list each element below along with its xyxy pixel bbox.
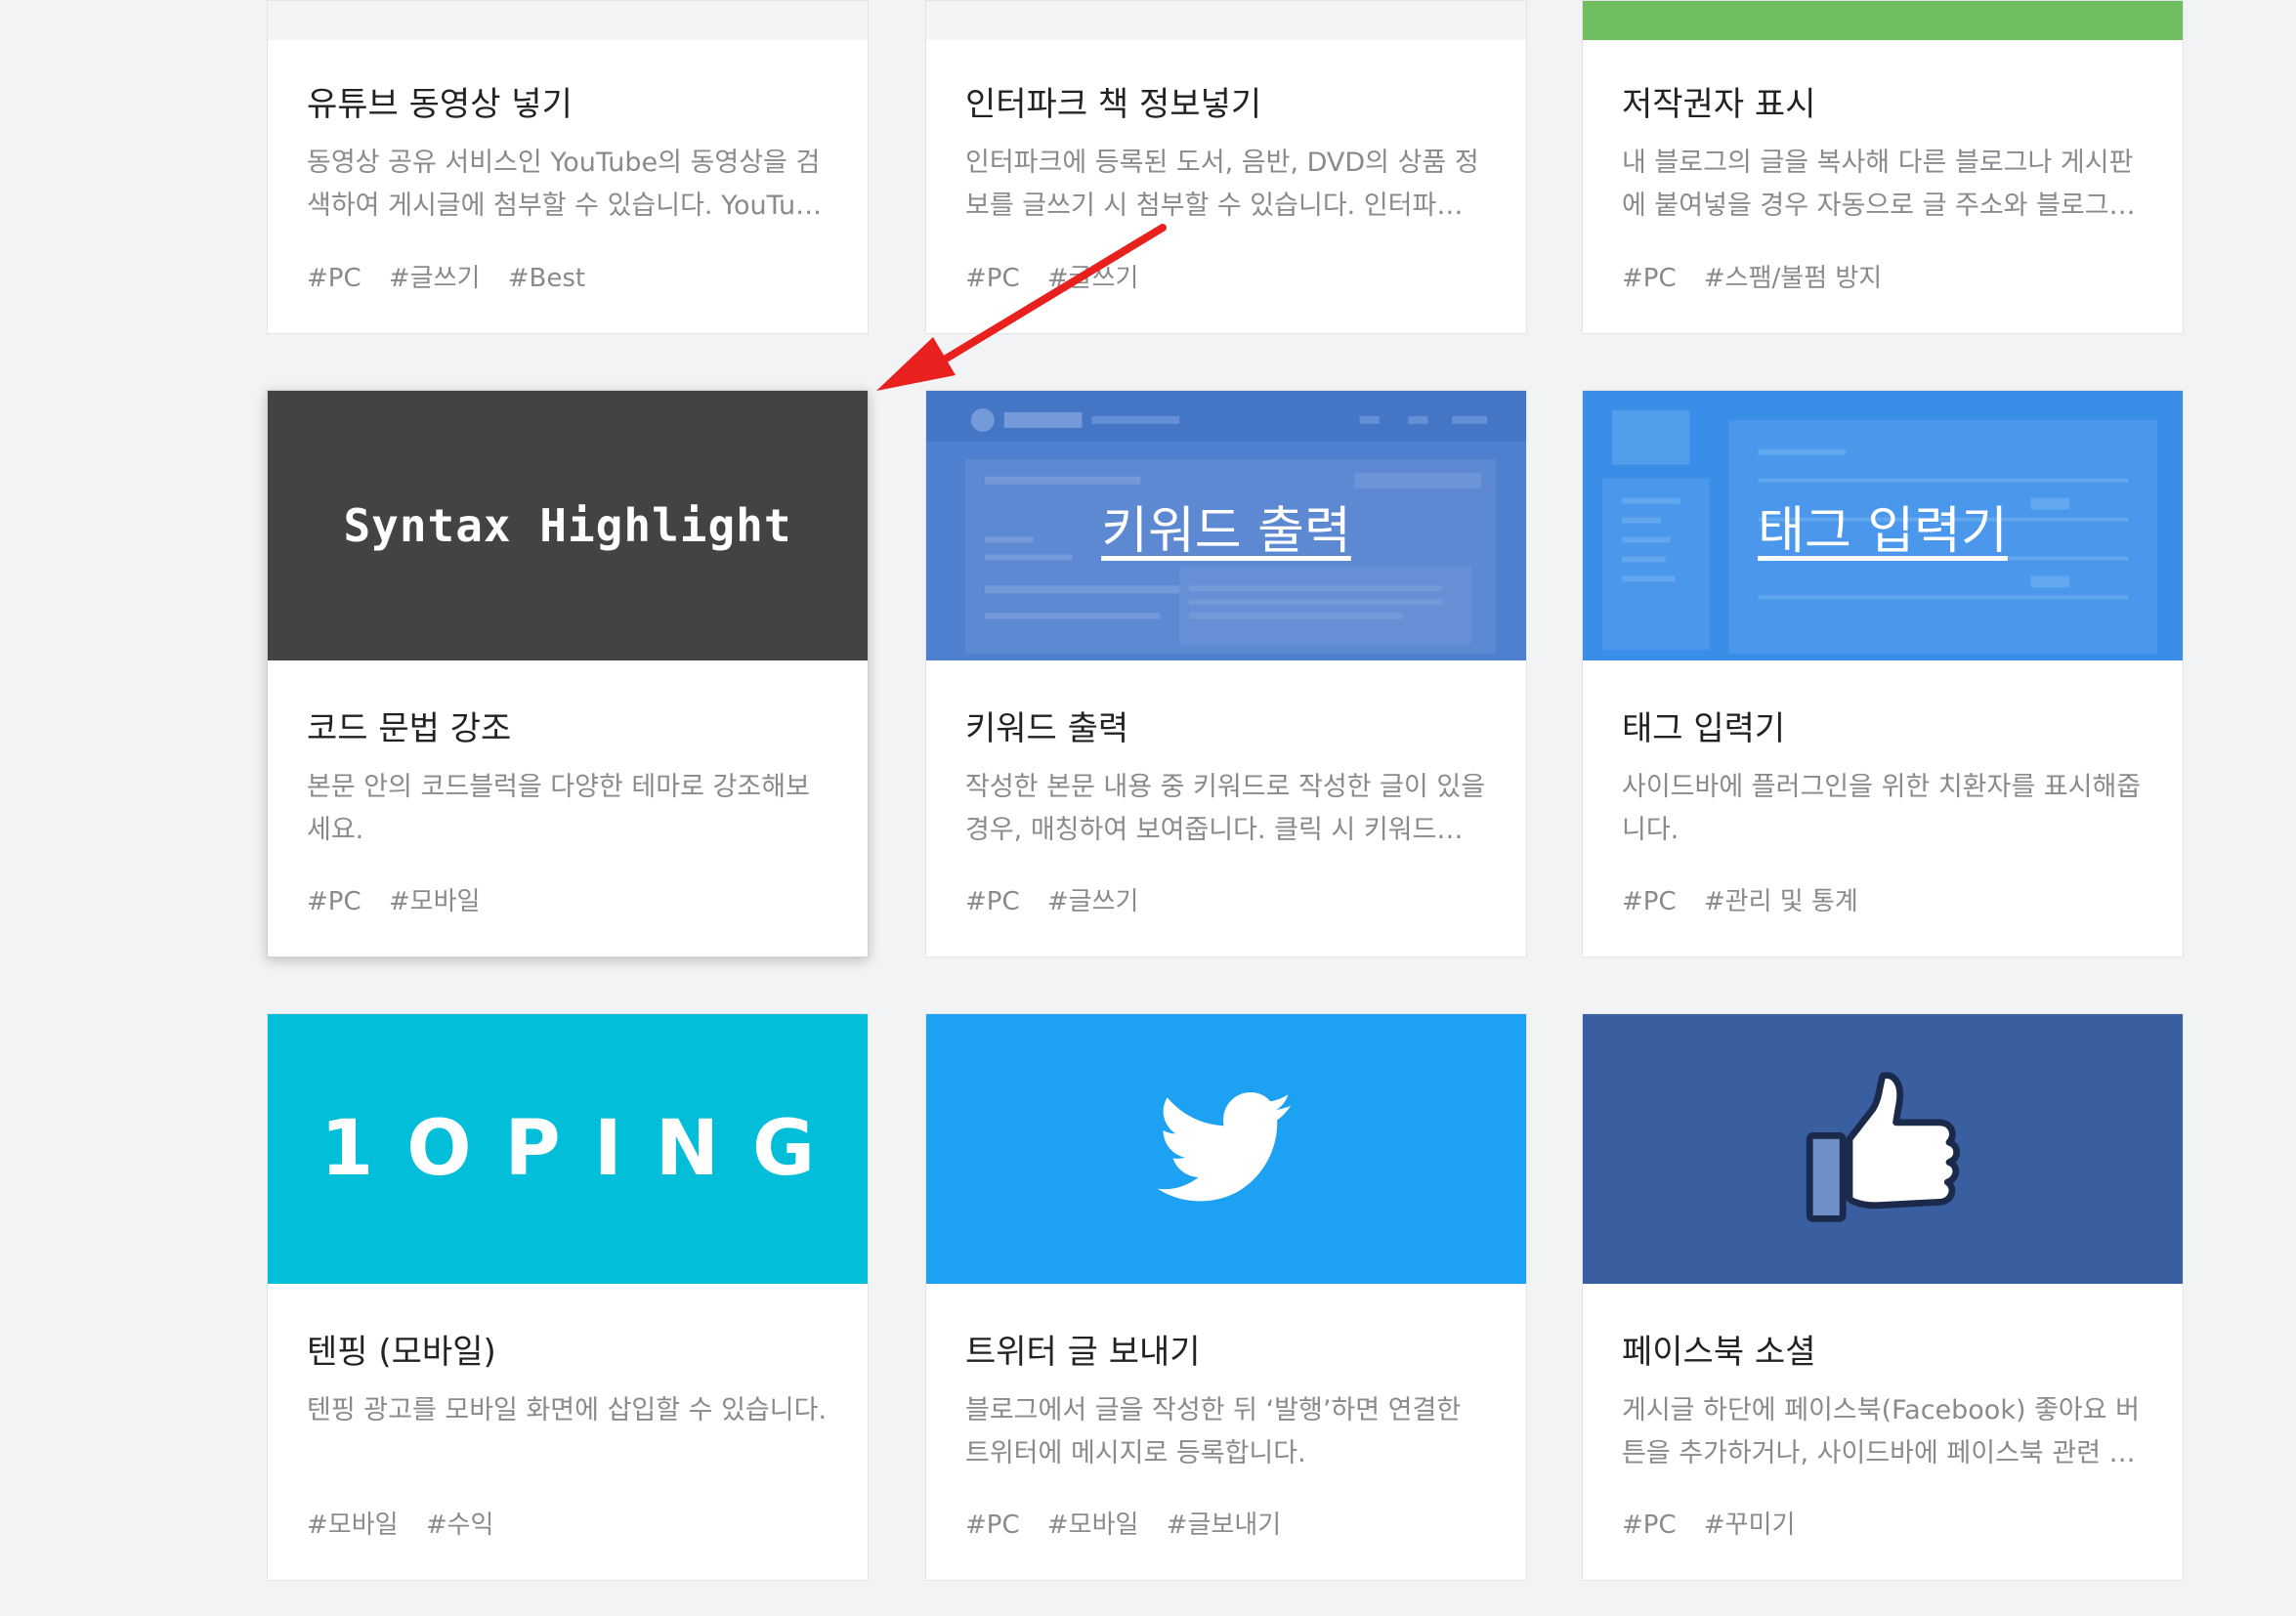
card-description: 동영상 공유 서비스인 YouTube의 동영상을 검색하여 게시글에 첨부할 …	[307, 148, 823, 221]
thumbnail-title: 태그 입력기	[1758, 501, 2008, 561]
tag: #PC	[1622, 264, 1677, 293]
card-thumbnail[interactable]: 1OPING	[268, 1014, 868, 1284]
tag: #PC	[307, 887, 361, 916]
plugin-card-facebook[interactable]: 페이스북 소셜 게시글 하단에 페이스북(Facebook) 좋아요 버튼을 추…	[1582, 1013, 2184, 1581]
card-thumbnail[interactable]	[268, 1, 868, 40]
card-description: 사이드바에 플러그인을 위한 치환자를 표시해줍니다.	[1622, 772, 2142, 845]
card-title: 태그 입력기	[1622, 709, 1786, 748]
card-tags: #PC #글쓰기	[965, 881, 1158, 917]
tag: #글쓰기	[388, 264, 481, 293]
twitter-bird-icon	[1158, 1092, 1293, 1202]
tag: #꾸미기	[1703, 1510, 1796, 1540]
card-thumbnail[interactable]: 태그 입력기	[1583, 391, 2183, 660]
card-thumbnail[interactable]	[926, 1014, 1526, 1284]
card-description: 텐핑 광고를 모바일 화면에 삽입할 수 있습니다.	[307, 1395, 828, 1425]
tag: #PC	[1622, 887, 1677, 916]
tag: #PC	[965, 264, 1020, 293]
tenping-logo: 1OPING	[319, 1105, 849, 1193]
tag: #수익	[425, 1510, 494, 1540]
card-title: 유튜브 동영상 넣기	[307, 85, 573, 124]
card-tags: #PC #모바일 #글보내기	[965, 1505, 1300, 1541]
card-title: 텐핑 (모바일)	[307, 1333, 496, 1372]
plugin-card-syntax-highlight[interactable]: Syntax Highlight 코드 문법 강조 본문 안의 코드블럭을 다양…	[267, 390, 869, 957]
plugin-card-copyright[interactable]: 저작권자 표시 내 블로그의 글을 복사해 다른 블로그나 게시판에 붙여넣을 …	[1582, 0, 2184, 334]
card-tags: #PC #모바일	[307, 881, 499, 917]
thumbnail-title: Syntax Highlight	[343, 499, 792, 552]
plugin-card-youtube[interactable]: 유튜브 동영상 넣기 동영상 공유 서비스인 YouTube의 동영상을 검색하…	[267, 0, 869, 334]
tag: #글쓰기	[1046, 887, 1139, 916]
card-tags: #PC #스팸/불펌 방지	[1622, 258, 1901, 294]
card-tags: #PC #꾸미기	[1622, 1505, 1814, 1541]
plugin-card-interpark[interactable]: 인터파크 책 정보넣기 인터파크에 등록된 도서, 음반, DVD의 상품 정보…	[925, 0, 1527, 334]
card-thumbnail[interactable]	[926, 1, 1526, 40]
card-thumbnail[interactable]	[1583, 1014, 2183, 1284]
tag: #스팸/불펌 방지	[1703, 264, 1883, 293]
card-tags: #PC #글쓰기 #Best	[307, 258, 605, 294]
tag: #PC	[965, 1510, 1020, 1540]
card-description: 본문 안의 코드블럭을 다양한 테마로 강조해보세요.	[307, 772, 810, 845]
tag: #관리 및 통계	[1703, 887, 1858, 916]
tag: #글보내기	[1166, 1510, 1282, 1540]
card-title: 트위터 글 보내기	[965, 1333, 1201, 1372]
plugin-card-keyword-output[interactable]: 키워드 출력 키워드 출력 작성한 본문 내용 중 키워드로 작성한 글이 있을…	[925, 390, 1527, 957]
card-description: 인터파크에 등록된 도서, 음반, DVD의 상품 정보를 글쓰기 시 첨부할 …	[965, 148, 1479, 221]
tag: #PC	[1622, 1510, 1677, 1540]
card-tags: #PC #글쓰기	[965, 258, 1158, 294]
tag: #PC	[965, 887, 1020, 916]
tag: #PC	[307, 264, 361, 293]
tag: #Best	[507, 264, 586, 293]
tag: #글쓰기	[1046, 264, 1139, 293]
tag: #모바일	[388, 887, 481, 916]
plugin-card-twitter[interactable]: 트위터 글 보내기 블로그에서 글을 작성한 뒤 ‘발행’하면 연결한 트위터에…	[925, 1013, 1527, 1581]
card-title: 인터파크 책 정보넣기	[965, 85, 1262, 124]
card-title: 페이스북 소셜	[1622, 1333, 1816, 1372]
card-description: 내 블로그의 글을 복사해 다른 블로그나 게시판에 붙여넣을 경우 자동으로 …	[1622, 148, 2136, 221]
card-description: 블로그에서 글을 작성한 뒤 ‘발행’하면 연결한 트위터에 메시지로 등록합니…	[965, 1395, 1462, 1468]
tag: #모바일	[307, 1510, 399, 1540]
card-tags: #PC #관리 및 통계	[1622, 881, 1878, 917]
tag: #모바일	[1046, 1510, 1139, 1540]
card-title: 코드 문법 강조	[307, 709, 512, 748]
card-thumbnail[interactable]: 키워드 출력	[926, 391, 1526, 660]
plugin-card-tenping[interactable]: 1OPING 텐핑 (모바일) 텐핑 광고를 모바일 화면에 삽입할 수 있습니…	[267, 1013, 869, 1581]
thumbnail-title: 키워드 출력	[1101, 501, 1351, 561]
card-thumbnail[interactable]: Syntax Highlight	[268, 391, 868, 660]
card-title: 키워드 출력	[965, 709, 1129, 748]
card-thumbnail[interactable]	[1583, 1, 2183, 40]
card-title: 저작권자 표시	[1622, 85, 1816, 124]
plugin-card-tag-input[interactable]: 태그 입력기 태그 입력기 사이드바에 플러그인을 위한 치환자를 표시해줍니다…	[1582, 390, 2184, 957]
card-tags: #모바일 #수익	[307, 1505, 513, 1541]
card-description: 작성한 본문 내용 중 키워드로 작성한 글이 있을 경우, 매칭하여 보여줍니…	[965, 772, 1486, 845]
card-description: 게시글 하단에 페이스북(Facebook) 좋아요 버튼을 추가하거나, 사이…	[1622, 1395, 2141, 1468]
thumbs-up-icon	[1806, 1072, 1961, 1222]
